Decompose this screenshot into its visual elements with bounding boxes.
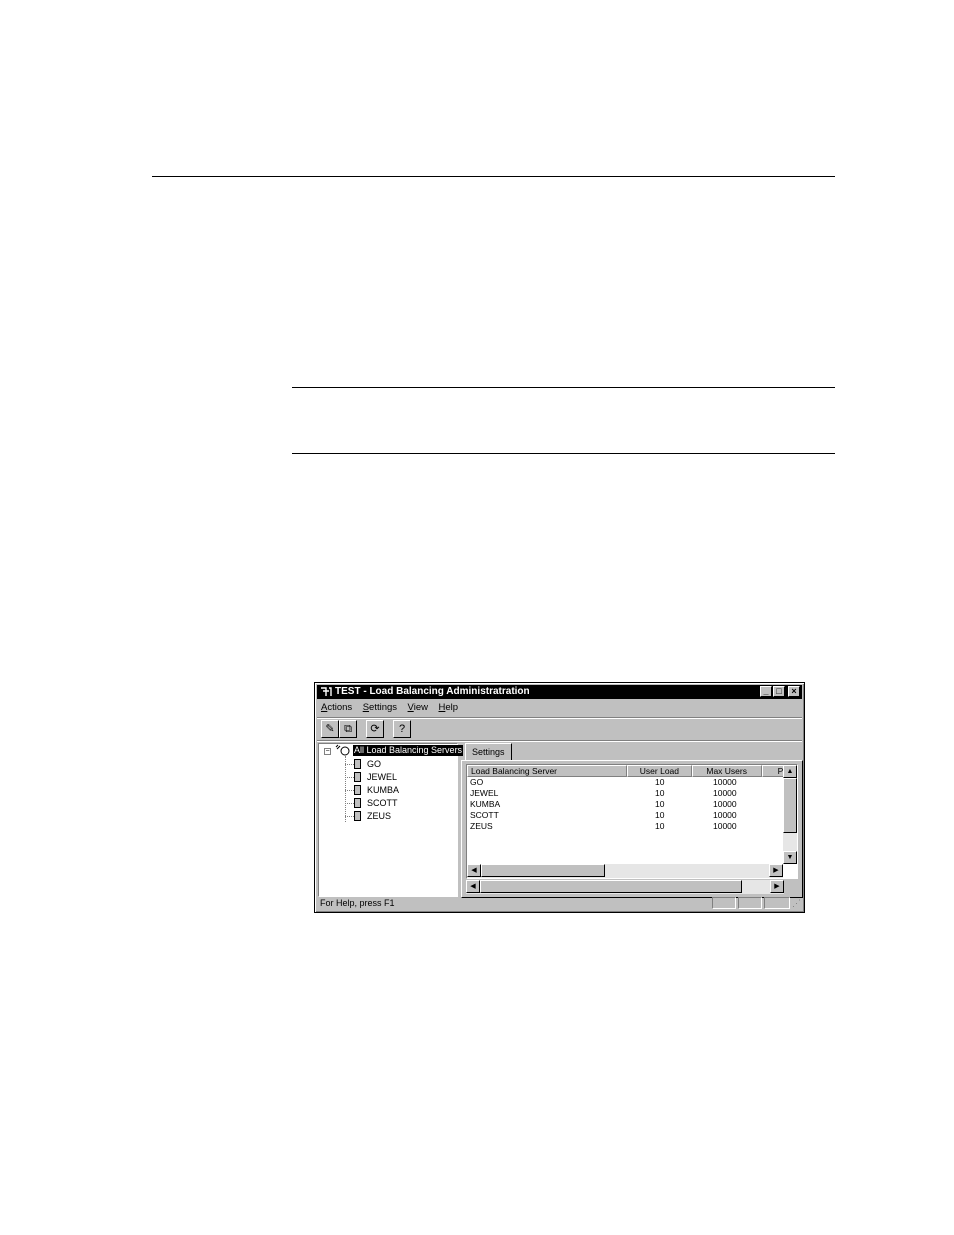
table-row[interactable]: SCOTT 10 10000 (467, 810, 787, 821)
cell-max-users: 10000 (713, 788, 737, 798)
server-icon (354, 798, 361, 808)
pencil-icon[interactable]: ✎ (321, 720, 339, 738)
scroll-left-icon[interactable]: ◀ (466, 880, 480, 893)
scroll-left-icon[interactable]: ◀ (467, 864, 481, 877)
server-icon (354, 759, 361, 769)
tree-item-label: ZEUS (367, 811, 392, 821)
cell-user-load: 10 (655, 777, 665, 787)
status-pane (738, 897, 762, 909)
server-icon (354, 785, 361, 795)
server-icon (354, 811, 361, 821)
app-icon (319, 686, 333, 698)
cell-user-load: 10 (655, 821, 665, 831)
menu-actions[interactable]: Actions (321, 702, 352, 713)
server-list[interactable]: Load Balancing Server User Load Max User… (466, 764, 798, 879)
table-row[interactable]: JEWEL 10 10000 (467, 788, 787, 799)
tree-branch (345, 816, 354, 817)
tab-settings[interactable]: Settings (465, 743, 512, 760)
note-bottom-rule (292, 453, 835, 454)
server-tree[interactable]: − All Load Balancing Servers GO JEWEL KU… (318, 743, 464, 897)
details-pane: Settings Load Balancing Server User Load… (461, 742, 803, 898)
toolbar-divider (317, 717, 802, 719)
cell-user-load: 10 (655, 788, 665, 798)
tree-item-label: GO (367, 759, 382, 769)
refresh-icon[interactable]: ⟳ (366, 720, 384, 738)
cell-max-users: 10000 (713, 810, 737, 820)
cell-server: SCOTT (470, 810, 499, 820)
table-row[interactable]: ZEUS 10 10000 (467, 821, 787, 832)
scroll-down-icon[interactable]: ▼ (783, 851, 797, 864)
status-bar: For Help, press F1 ⋰ (317, 896, 802, 910)
cell-max-users: 10000 (713, 777, 737, 787)
tree-item-label: KUMBA (367, 785, 400, 795)
cell-server: JEWEL (470, 788, 499, 798)
table-row[interactable]: KUMBA 10 10000 (467, 799, 787, 810)
column-header-max-users[interactable]: Max Users (692, 765, 762, 777)
resize-grip-icon[interactable]: ⋰ (792, 898, 801, 909)
column-header-server[interactable]: Load Balancing Server (467, 765, 627, 777)
list-header: Load Balancing Server User Load Max User… (467, 765, 792, 777)
maximize-button[interactable]: □ (773, 686, 785, 697)
server-group-icon (334, 744, 352, 756)
tree-connector (345, 756, 346, 822)
tree-branch (345, 777, 354, 778)
horizontal-scroll-thumb[interactable] (481, 864, 605, 877)
close-button[interactable]: × (788, 686, 800, 697)
cell-max-users: 10000 (713, 821, 737, 831)
status-pane (764, 897, 790, 909)
scroll-right-icon[interactable]: ▶ (770, 880, 784, 893)
tree-item-label: SCOTT (367, 798, 398, 808)
table-row[interactable]: GO 10 10000 (467, 777, 787, 788)
help-icon[interactable]: ? (393, 720, 411, 738)
tree-branch (345, 790, 354, 791)
load-balancing-window: TEST - Load Balancing Administratration … (314, 682, 805, 913)
tree-branch (345, 803, 354, 804)
cell-max-users: 10000 (713, 799, 737, 809)
list-horizontal-scrollbar[interactable]: ◀ ▶ (467, 864, 783, 878)
tree-item-label: JEWEL (367, 772, 398, 782)
tree-root-all-servers[interactable]: All Load Balancing Servers (353, 745, 464, 756)
tree-branch (345, 764, 354, 765)
vertical-scroll-thumb[interactable] (783, 778, 797, 833)
scroll-right-icon[interactable]: ▶ (769, 864, 783, 877)
scroll-up-icon[interactable]: ▲ (783, 765, 797, 778)
status-pane (712, 897, 736, 909)
server-icon (354, 772, 361, 782)
menu-help[interactable]: Help (439, 702, 459, 713)
cell-server: GO (470, 777, 484, 787)
cell-user-load: 10 (655, 799, 665, 809)
title-bar[interactable]: TEST - Load Balancing Administratration … (317, 685, 802, 699)
window-title: TEST - Load Balancing Administratration (335, 686, 530, 697)
cell-user-load: 10 (655, 810, 665, 820)
cell-server: KUMBA (470, 799, 501, 809)
status-text: For Help, press F1 (320, 898, 395, 908)
menu-bar: Actions Settings View Help (321, 702, 466, 716)
pane-horizontal-scrollbar[interactable]: ◀ ▶ (466, 880, 784, 894)
copy-icon[interactable]: ⧉ (339, 720, 357, 738)
tab-panel: Load Balancing Server User Load Max User… (461, 760, 803, 898)
page-top-rule (152, 176, 835, 177)
menu-settings[interactable]: Settings (363, 702, 397, 713)
list-vertical-scrollbar[interactable]: ▲ ▼ (783, 765, 797, 864)
menu-view[interactable]: View (408, 702, 428, 713)
note-top-rule (292, 387, 835, 388)
tree-collapse-toggle[interactable]: − (324, 748, 331, 755)
minimize-button[interactable]: _ (760, 686, 772, 697)
column-header-user-load[interactable]: User Load (627, 765, 692, 777)
pane-scroll-thumb[interactable] (480, 880, 742, 893)
cell-server: ZEUS (470, 821, 493, 831)
